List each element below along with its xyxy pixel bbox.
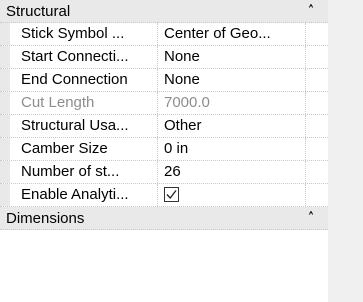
property-row-cut-length: Cut Length 7000.0 (0, 92, 328, 115)
property-row-number-of-studs[interactable]: Number of st... 26 (0, 161, 328, 184)
row-indent (0, 46, 10, 68)
property-name: Cut Length (10, 92, 158, 114)
property-row-structural-usage[interactable]: Structural Usa... Other (0, 115, 328, 138)
panel-gutter (328, 0, 363, 302)
property-row-end-connection[interactable]: End Connection None (0, 69, 328, 92)
property-value-dropdown[interactable]: Center of Geo... (158, 23, 306, 45)
property-value-checkbox-cell (158, 184, 306, 206)
property-name: Number of st... (10, 161, 158, 183)
property-value-dropdown[interactable]: Other (158, 115, 306, 137)
group-label-structural: Structural (6, 3, 71, 20)
row-indent (0, 23, 10, 45)
property-row-enable-analytical[interactable]: Enable Analyti... (0, 184, 328, 207)
property-name: Structural Usa... (10, 115, 158, 137)
property-name: Enable Analyti... (10, 184, 158, 206)
property-row-stick-symbol[interactable]: Stick Symbol ... Center of Geo... (0, 23, 328, 46)
property-value-input[interactable]: 26 (158, 161, 306, 183)
properties-palette: Structural ˄ Stick Symbol ... Center of … (0, 0, 328, 302)
row-indent (0, 69, 10, 91)
property-name: Start Connecti... (10, 46, 158, 68)
group-header-structural[interactable]: Structural ˄ (0, 0, 328, 23)
property-row-start-connection[interactable]: Start Connecti... None (0, 46, 328, 69)
collapse-chevrons-up-icon[interactable]: ˄ (303, 209, 319, 228)
property-value-dropdown[interactable]: None (158, 46, 306, 68)
group-label-dimensions: Dimensions (6, 210, 85, 227)
row-indent (0, 92, 10, 114)
property-name: Camber Size (10, 138, 158, 160)
property-value-dropdown[interactable]: None (158, 69, 306, 91)
row-indent (0, 184, 10, 206)
checkmark-icon (166, 190, 177, 200)
property-value-readonly: 7000.0 (158, 92, 306, 114)
row-indent (0, 138, 10, 160)
row-indent (0, 115, 10, 137)
property-name: Stick Symbol ... (10, 23, 158, 45)
enable-analytical-checkbox[interactable] (164, 187, 179, 202)
group-header-dimensions[interactable]: Dimensions ˄ (0, 207, 328, 230)
collapse-chevrons-up-icon[interactable]: ˄ (303, 2, 319, 21)
row-indent (0, 161, 10, 183)
property-value-input[interactable]: 0 in (158, 138, 306, 160)
property-name: End Connection (10, 69, 158, 91)
property-row-camber-size[interactable]: Camber Size 0 in (0, 138, 328, 161)
